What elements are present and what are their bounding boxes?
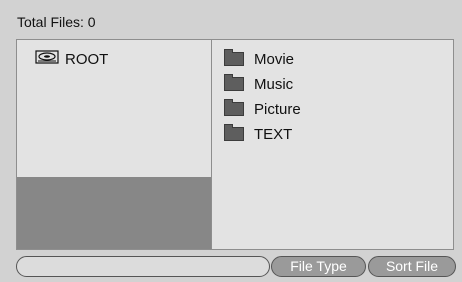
file-type-button[interactable]: File Type xyxy=(271,256,366,277)
bottom-bar: File Type Sort File xyxy=(16,256,456,278)
folder-label: Movie xyxy=(254,50,295,68)
hard-drive-icon xyxy=(35,49,59,69)
tree-list-area: ROOT xyxy=(17,40,211,177)
sort-file-button[interactable]: Sort File xyxy=(368,256,456,277)
folder-label: Music xyxy=(254,75,294,93)
tree-item-root[interactable]: ROOT xyxy=(35,50,108,68)
total-files-label: Total Files: 0 xyxy=(17,14,96,30)
folder-item-picture[interactable]: Picture xyxy=(224,98,301,120)
folder-icon xyxy=(224,124,244,141)
directory-tree-pane: ROOT xyxy=(17,40,212,249)
folder-icon xyxy=(224,99,244,116)
path-field[interactable] xyxy=(16,256,270,277)
folder-label: TEXT xyxy=(254,125,293,143)
folder-icon xyxy=(224,74,244,91)
folder-icon xyxy=(224,49,244,66)
folder-item-text[interactable]: TEXT xyxy=(224,123,292,145)
tree-item-label: ROOT xyxy=(65,50,109,68)
file-browser: ROOT Movie Music Picture TEXT xyxy=(16,39,454,250)
folder-item-movie[interactable]: Movie xyxy=(224,48,294,70)
preview-area xyxy=(17,177,211,249)
folder-label: Picture xyxy=(254,100,301,118)
folder-item-music[interactable]: Music xyxy=(224,73,293,95)
folder-list-pane: Movie Music Picture TEXT xyxy=(212,40,453,249)
